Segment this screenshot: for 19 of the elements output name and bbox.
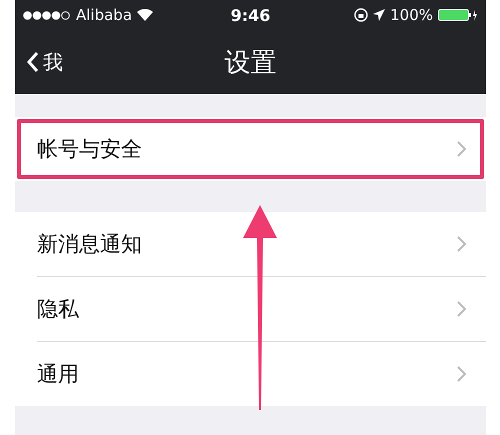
battery-icon xyxy=(438,9,478,21)
chevron-icon xyxy=(457,301,466,317)
carrier-name: Alibaba xyxy=(76,6,132,24)
page-title: 设置 xyxy=(224,46,276,80)
settings-row[interactable]: 隐私 xyxy=(15,277,486,341)
location-icon xyxy=(373,9,386,21)
settings-row[interactable]: 新消息通知 xyxy=(15,212,486,276)
settings-row[interactable]: 帐号与安全 xyxy=(15,117,486,181)
wifi-icon xyxy=(137,9,154,21)
chevron-icon xyxy=(457,366,466,382)
back-button[interactable]: 我 xyxy=(27,48,63,76)
settings-row[interactable]: 通用 xyxy=(15,342,486,406)
status-time: 9:46 xyxy=(230,6,270,24)
chevron-icon xyxy=(457,141,466,157)
battery-percent: 100% xyxy=(390,6,434,24)
signal-icon xyxy=(23,10,71,20)
back-chevron-icon xyxy=(27,51,39,73)
rotation-lock-icon xyxy=(354,8,368,22)
chevron-icon xyxy=(457,236,466,252)
